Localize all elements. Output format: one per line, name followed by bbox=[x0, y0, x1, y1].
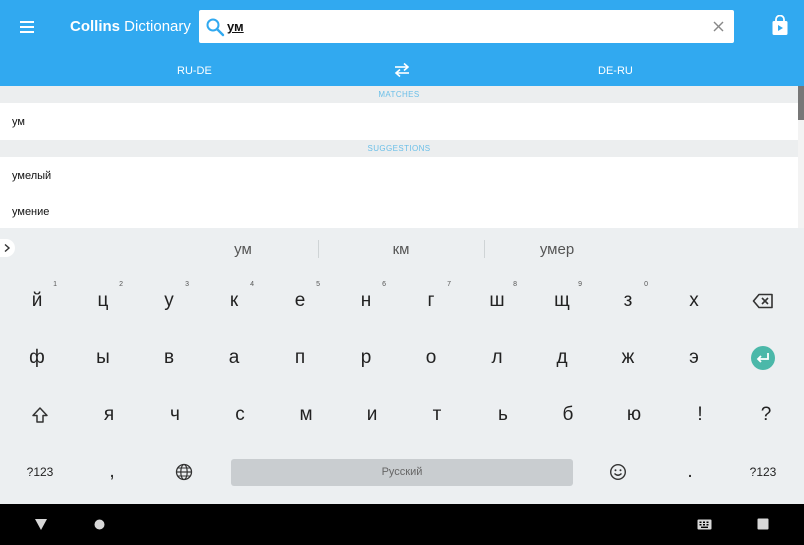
back-triangle-icon[interactable] bbox=[34, 518, 48, 531]
key-row2-5[interactable]: р bbox=[336, 331, 396, 385]
key-row1-8[interactable]: щ9 bbox=[532, 274, 592, 328]
key-row2-7[interactable]: л bbox=[467, 331, 527, 385]
system-nav-bar bbox=[0, 504, 804, 545]
emoji-icon bbox=[609, 463, 627, 481]
menu-icon bbox=[20, 21, 34, 23]
suggestions-header: SUGGESTIONS bbox=[0, 140, 798, 157]
key-row1-10[interactable]: х bbox=[664, 274, 724, 328]
globe-icon bbox=[175, 463, 193, 481]
key-row3-9[interactable]: ! bbox=[670, 388, 730, 442]
app-title: Collins Dictionary bbox=[70, 18, 191, 36]
key-row2-6[interactable]: о bbox=[401, 331, 461, 385]
emoji-key[interactable] bbox=[588, 445, 648, 499]
key-row1-5[interactable]: н6 bbox=[336, 274, 396, 328]
key-row2-2[interactable]: в bbox=[139, 331, 199, 385]
key-row2-9[interactable]: ж bbox=[598, 331, 658, 385]
direction-de-ru[interactable]: DE-RU bbox=[598, 65, 633, 77]
app-title-rest: Dictionary bbox=[120, 18, 191, 35]
home-circle-icon[interactable] bbox=[94, 519, 105, 530]
shopping-bag-icon[interactable] bbox=[770, 15, 790, 37]
key-row3-7[interactable]: б bbox=[538, 388, 598, 442]
direction-bar: RU-DE DE-RU bbox=[0, 56, 804, 86]
key-row1-4[interactable]: е5 bbox=[270, 274, 330, 328]
suggestion-0[interactable]: ум bbox=[203, 241, 283, 258]
key-row1-2[interactable]: у3 bbox=[139, 274, 199, 328]
close-icon[interactable] bbox=[711, 19, 726, 34]
key-row2-3[interactable]: а bbox=[204, 331, 264, 385]
backspace-key[interactable] bbox=[733, 274, 793, 328]
suggestion-divider bbox=[318, 240, 319, 258]
key-row2-4[interactable]: п bbox=[270, 331, 330, 385]
key-row3-4[interactable]: и bbox=[342, 388, 402, 442]
shift-key[interactable] bbox=[10, 388, 70, 442]
space-key[interactable]: Русский bbox=[231, 459, 573, 486]
key-row2-1[interactable]: ы bbox=[73, 331, 133, 385]
key-row1-0[interactable]: й1 bbox=[7, 274, 67, 328]
suggestion-1[interactable]: км bbox=[361, 241, 441, 258]
scrollbar-thumb[interactable] bbox=[798, 86, 804, 120]
enter-key[interactable] bbox=[733, 331, 793, 385]
expand-suggestions-button[interactable] bbox=[0, 239, 15, 257]
key-row3-8[interactable]: ю bbox=[604, 388, 664, 442]
symbols-key-left[interactable]: ?123 bbox=[10, 445, 70, 499]
matches-header: MATCHES bbox=[0, 86, 798, 103]
key-row3-6[interactable]: ь bbox=[473, 388, 533, 442]
swap-arrows-icon[interactable] bbox=[393, 62, 411, 78]
app-bar: Collins Dictionary RU-DE DE-RU bbox=[0, 0, 804, 86]
direction-ru-de[interactable]: RU-DE bbox=[177, 65, 212, 77]
key-row1-9[interactable]: з0 bbox=[598, 274, 658, 328]
shift-icon bbox=[32, 407, 48, 423]
search-icon bbox=[206, 18, 225, 37]
suggestion-strip: ум км умер bbox=[0, 228, 804, 270]
key-row2-0[interactable]: ф bbox=[7, 331, 67, 385]
key-row3-5[interactable]: т bbox=[407, 388, 467, 442]
period-key[interactable]: . bbox=[660, 445, 720, 499]
onscreen-keyboard: ум км умер й1 ц2 у3 к4 е5 н6 г7 ш8 щ9 з0… bbox=[0, 228, 804, 504]
menu-button[interactable] bbox=[14, 14, 40, 40]
app-title-bold: Collins bbox=[70, 18, 121, 35]
enter-icon bbox=[751, 346, 775, 370]
chevron-right-icon bbox=[4, 244, 11, 252]
suggestion-2[interactable]: умер bbox=[517, 241, 597, 258]
results-list: MATCHES ум SUGGESTIONS умелый умение bbox=[0, 86, 804, 228]
scrollbar-track[interactable] bbox=[798, 86, 804, 228]
key-row2-8[interactable]: д bbox=[532, 331, 592, 385]
suggestion-divider bbox=[484, 240, 485, 258]
key-row1-6[interactable]: г7 bbox=[401, 274, 461, 328]
list-item-match-0[interactable]: ум bbox=[12, 115, 25, 129]
keyboard-icon[interactable] bbox=[697, 519, 712, 530]
list-item-suggestion-1[interactable]: умение bbox=[12, 205, 49, 219]
symbols-key-right[interactable]: ?123 bbox=[733, 445, 793, 499]
list-item-suggestion-0[interactable]: умелый bbox=[12, 169, 51, 183]
key-row3-1[interactable]: ч bbox=[145, 388, 205, 442]
key-row3-0[interactable]: я bbox=[79, 388, 139, 442]
key-row1-7[interactable]: ш8 bbox=[467, 274, 527, 328]
recents-square-icon[interactable] bbox=[757, 518, 769, 530]
key-row3-10[interactable]: ? bbox=[736, 388, 796, 442]
key-row1-3[interactable]: к4 bbox=[204, 274, 264, 328]
search-box[interactable] bbox=[199, 10, 734, 43]
comma-key[interactable]: , bbox=[82, 445, 142, 499]
backspace-icon bbox=[752, 293, 773, 309]
key-row1-1[interactable]: ц2 bbox=[73, 274, 133, 328]
key-row2-10[interactable]: э bbox=[664, 331, 724, 385]
language-key[interactable] bbox=[154, 445, 214, 499]
key-row3-3[interactable]: м bbox=[276, 388, 336, 442]
key-row3-2[interactable]: с bbox=[210, 388, 270, 442]
search-input[interactable] bbox=[227, 10, 707, 43]
